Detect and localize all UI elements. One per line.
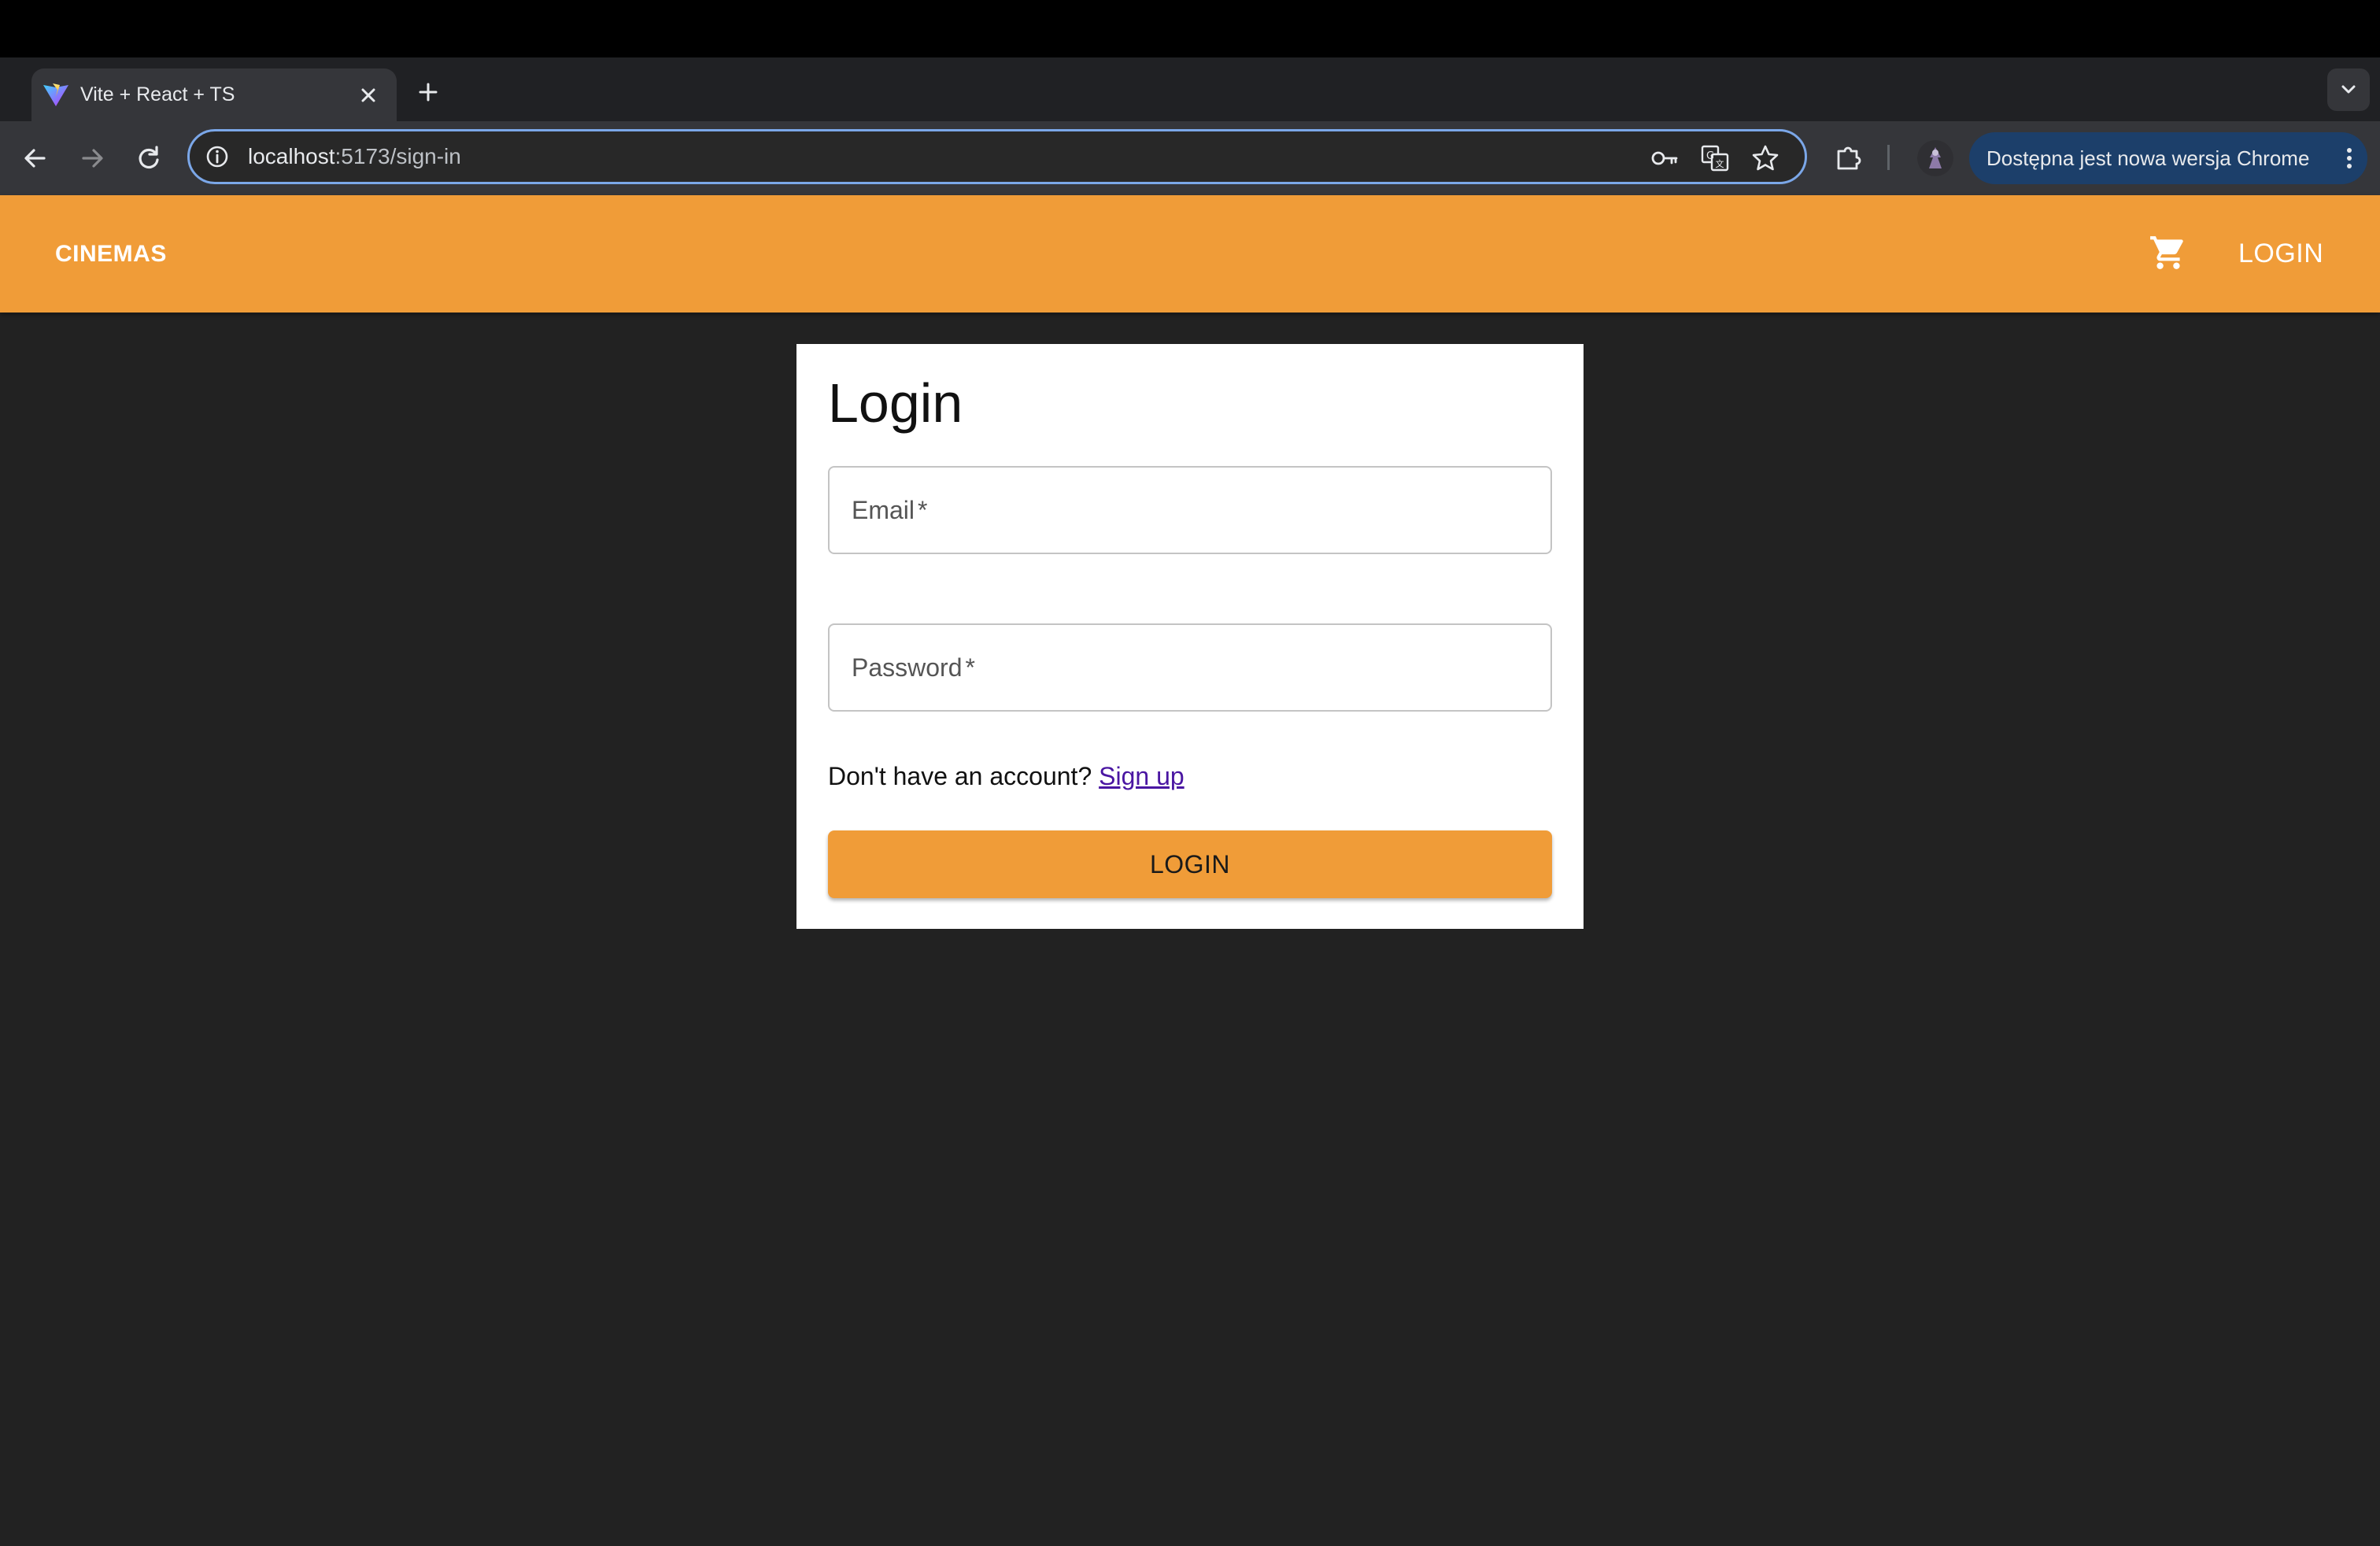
- toolbar-separator: [1887, 145, 1890, 170]
- os-menu-strip: [0, 0, 2380, 57]
- tab-search-button[interactable]: [2327, 68, 2370, 111]
- app-header: CINEMAS LOGIN: [0, 195, 2380, 313]
- site-info-icon[interactable]: [204, 143, 231, 170]
- update-banner-text: Dostępna jest nowa wersja Chrome: [1986, 146, 2310, 170]
- profile-avatar-image: [1917, 140, 1953, 176]
- tab-title: Vite + React + TS: [80, 83, 235, 105]
- back-icon[interactable]: [17, 140, 54, 176]
- browser-tab-active[interactable]: Vite + React + TS: [31, 68, 397, 121]
- browser-toolbar: localhost:5173/sign-in G 文 Dostępna jest…: [0, 121, 2380, 195]
- profile-avatar[interactable]: [1917, 140, 1953, 176]
- login-submit-button[interactable]: LOGIN: [828, 830, 1552, 898]
- url-path: :5173/sign-in: [334, 144, 461, 168]
- extensions-icon[interactable]: [1831, 140, 1867, 176]
- forward-icon[interactable]: [74, 140, 110, 176]
- email-field[interactable]: Email *: [828, 466, 1552, 554]
- login-card: Login Email * Password * Don't have an acc…: [796, 344, 1584, 929]
- close-tab-icon[interactable]: [356, 83, 381, 108]
- account-prompt-text: Don't have an account?: [828, 762, 1092, 790]
- signup-prompt: Don't have an account? Sign up: [828, 759, 1184, 793]
- svg-text:G: G: [1706, 150, 1714, 162]
- shopping-cart-icon[interactable]: [2149, 233, 2188, 272]
- password-field[interactable]: Password *: [828, 623, 1552, 712]
- url-text: localhost:5173/sign-in: [248, 131, 461, 182]
- vite-logo-icon: [43, 83, 68, 106]
- svg-text:文: 文: [1716, 158, 1724, 169]
- login-title: Login: [828, 372, 963, 434]
- email-input[interactable]: [830, 468, 1550, 553]
- header-login-button[interactable]: LOGIN: [2227, 230, 2334, 277]
- new-tab-icon[interactable]: [412, 76, 444, 108]
- chrome-update-button[interactable]: Dostępna jest nowa wersja Chrome: [1969, 132, 2367, 184]
- password-input[interactable]: [830, 625, 1550, 710]
- more-vert-icon[interactable]: [2339, 146, 2360, 171]
- reload-icon[interactable]: [131, 140, 167, 176]
- chevron-down-icon: [2341, 85, 2356, 94]
- address-bar[interactable]: localhost:5173/sign-in G 文: [187, 129, 1807, 184]
- signup-link[interactable]: Sign up: [1099, 762, 1184, 790]
- translate-icon[interactable]: G 文: [1699, 142, 1731, 174]
- url-host: localhost: [248, 144, 335, 168]
- brand-logo[interactable]: CINEMAS: [55, 195, 167, 313]
- bookmark-star-icon[interactable]: [1750, 142, 1781, 174]
- password-key-icon[interactable]: [1649, 142, 1680, 174]
- browser-tab-bar: Vite + React + TS: [0, 57, 2380, 121]
